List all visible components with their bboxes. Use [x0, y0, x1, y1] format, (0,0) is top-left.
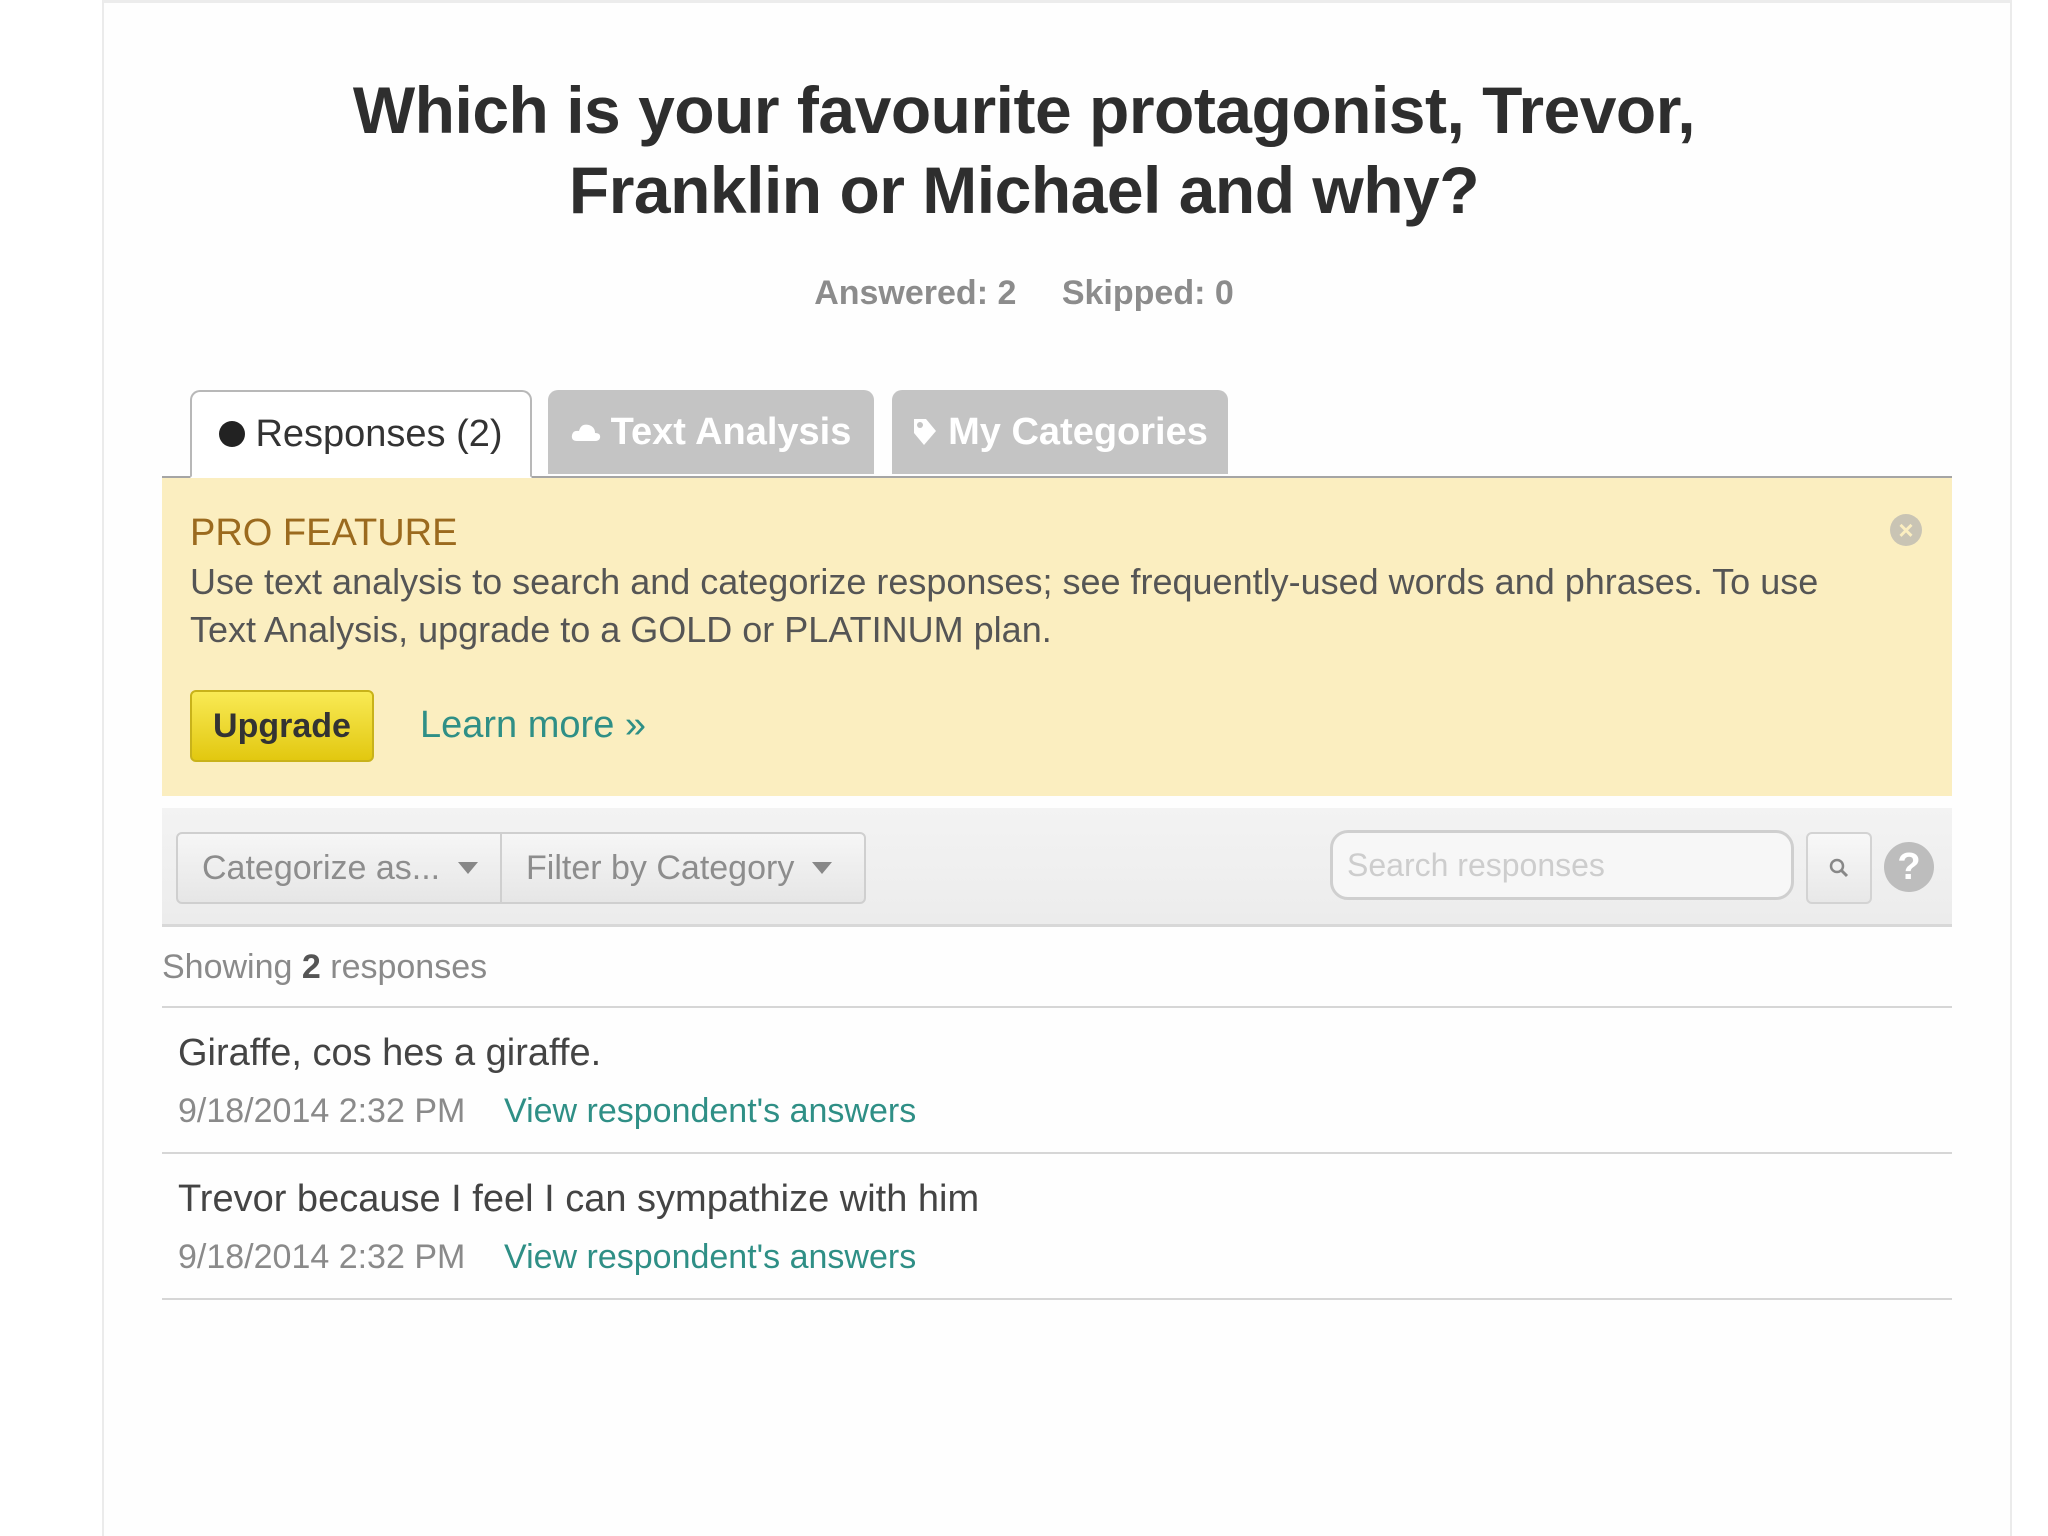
- filter-category-label: Filter by Category: [526, 848, 795, 887]
- showing-suffix: responses: [330, 948, 488, 986]
- chevron-down-icon: [458, 862, 479, 874]
- search-input[interactable]: [1330, 830, 1794, 900]
- search-button[interactable]: [1806, 832, 1872, 904]
- upgrade-button[interactable]: Upgrade: [190, 690, 374, 762]
- categorize-dropdown-label: Categorize as...: [202, 848, 441, 887]
- bullet-icon: [219, 421, 246, 447]
- categorize-dropdown[interactable]: Categorize as...: [176, 832, 502, 904]
- response-date: 9/18/2014 2:32 PM: [178, 1238, 466, 1276]
- page: Which is your favourite protagonist, Tre…: [0, 0, 2048, 1536]
- response-text: Trevor because I feel I can sympathize w…: [178, 1178, 980, 1220]
- tab-bar: Responses (2) Text Analysis My Categorie…: [162, 390, 1952, 478]
- answered-count: Answered: 2: [814, 274, 1017, 312]
- responses-toolbar: Categorize as... Filter by Category ?: [162, 808, 1952, 927]
- list-item: Giraffe, cos hes a giraffe. 9/18/2014 2:…: [162, 1008, 1952, 1154]
- response-text: Giraffe, cos hes a giraffe.: [178, 1032, 602, 1074]
- tab-responses[interactable]: Responses (2): [190, 390, 532, 478]
- response-list: Giraffe, cos hes a giraffe. 9/18/2014 2:…: [162, 1006, 1952, 1300]
- tab-my-categories-label: My Categories: [948, 410, 1208, 453]
- tab-text-analysis-label: Text Analysis: [610, 410, 852, 453]
- view-respondent-link[interactable]: View respondent's answers: [504, 1092, 916, 1131]
- learn-more-link[interactable]: Learn more »: [420, 704, 646, 747]
- question-title: Which is your favourite protagonist, Tre…: [0, 70, 2048, 230]
- chevron-down-icon: [812, 862, 833, 874]
- pro-feature-text: Use text analysis to search and categori…: [190, 561, 1819, 650]
- tab-my-categories[interactable]: My Categories: [892, 390, 1228, 474]
- cloud-icon: [571, 424, 600, 441]
- tab-text-analysis[interactable]: Text Analysis: [548, 390, 874, 474]
- view-respondent-link[interactable]: View respondent's answers: [504, 1238, 916, 1277]
- search-icon: [1829, 858, 1849, 878]
- help-icon[interactable]: ?: [1884, 842, 1934, 892]
- showing-prefix: Showing: [162, 948, 293, 986]
- showing-number: 2: [301, 948, 321, 986]
- question-title-line-1: Which is your favourite protagonist, Tre…: [352, 73, 1696, 147]
- showing-count: Showing 2 responses: [162, 948, 487, 987]
- close-icon[interactable]: ×: [1890, 514, 1922, 546]
- pro-feature-title: PRO FEATURE: [190, 512, 458, 554]
- tab-responses-label: Responses (2): [255, 412, 503, 455]
- skipped-count: Skipped: 0: [1061, 274, 1234, 312]
- question-title-line-2: Franklin or Michael and why?: [568, 153, 1480, 227]
- response-date: 9/18/2014 2:32 PM: [178, 1092, 466, 1130]
- pro-feature-banner: PRO FEATURE Use text analysis to search …: [162, 478, 1952, 796]
- filter-category-dropdown[interactable]: Filter by Category: [500, 832, 866, 904]
- list-item: Trevor because I feel I can sympathize w…: [162, 1154, 1952, 1300]
- tag-icon: [914, 419, 937, 445]
- question-stats: Answered: 2 Skipped: 0: [0, 274, 2048, 313]
